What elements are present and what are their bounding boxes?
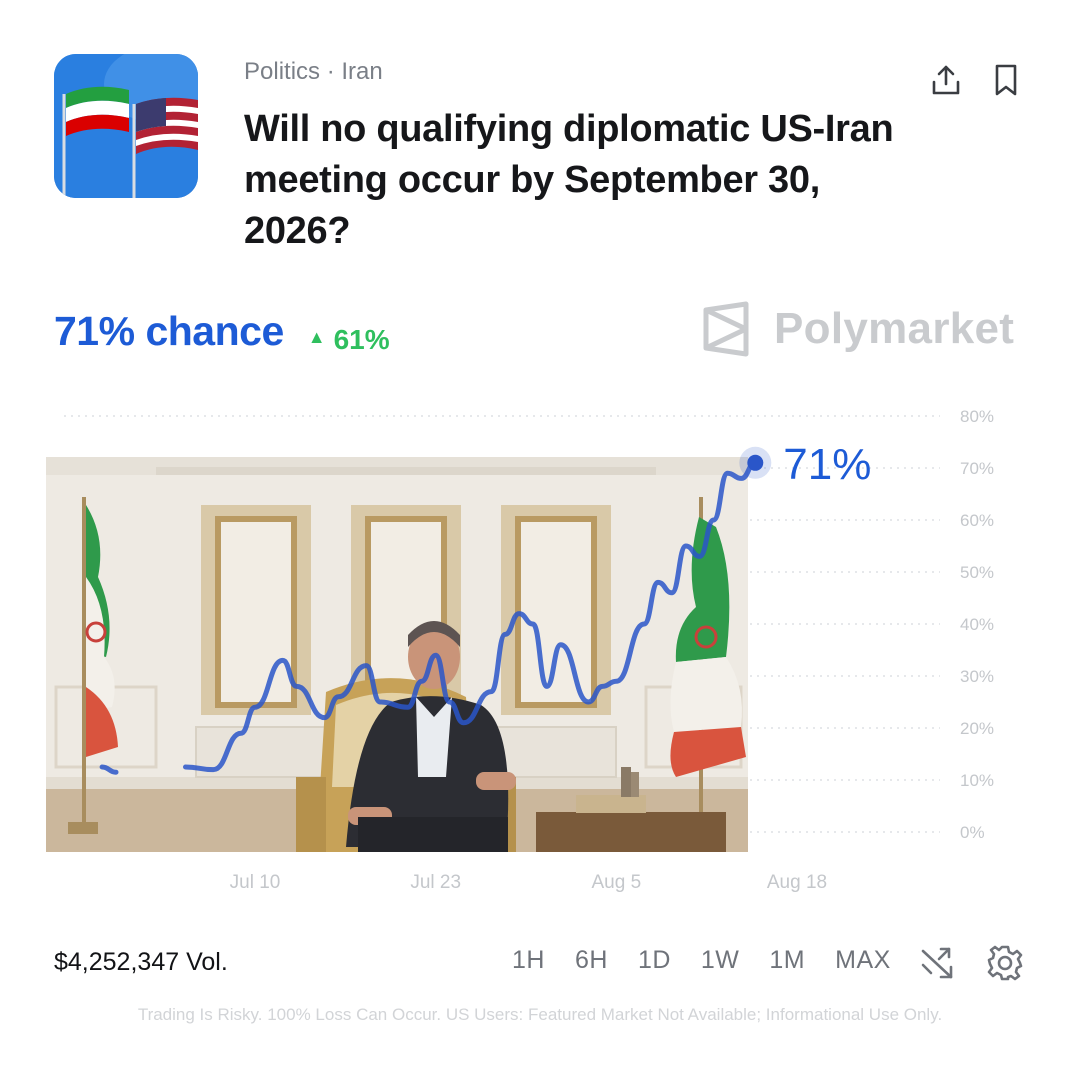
time-range-selector: 1H 6H 1D 1W 1M MAX [512, 946, 921, 975]
price-line [183, 460, 758, 773]
shuffle-icon [921, 947, 953, 979]
price-chart: 71% [99, 440, 871, 775]
range-1d[interactable]: 1D [638, 946, 671, 975]
range-6h[interactable]: 6H [575, 946, 608, 975]
range-1m[interactable]: 1M [769, 946, 805, 975]
risk-disclaimer: Trading Is Risky. 100% Loss Can Occur. U… [137, 1005, 943, 1024]
range-max[interactable]: MAX [835, 946, 891, 975]
shuffle-button[interactable] [918, 944, 956, 982]
settings-button[interactable] [986, 944, 1024, 982]
range-1h[interactable]: 1H [512, 946, 545, 975]
market-volume: $4,252,347 Vol. [54, 948, 228, 976]
current-point [747, 454, 764, 471]
gear-icon [987, 945, 1023, 981]
range-1w[interactable]: 1W [701, 946, 740, 975]
price-line [99, 764, 119, 775]
current-value-label: 71% [783, 440, 871, 489]
